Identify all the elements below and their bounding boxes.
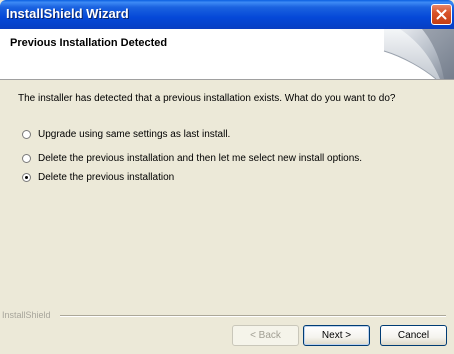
cancel-button[interactable]: Cancel (380, 325, 447, 346)
window-title: InstallShield Wizard (6, 6, 129, 21)
divider (60, 315, 446, 317)
brand-divider: InstallShield (0, 310, 454, 322)
option-delete-and-select[interactable]: Delete the previous installation and the… (22, 151, 362, 165)
header-panel: Previous Installation Detected (0, 29, 454, 80)
radio-icon[interactable] (22, 129, 31, 139)
prompt-text: The installer has detected that a previo… (18, 93, 396, 104)
wizard-header-graphic (383, 29, 454, 79)
option-label: Delete the previous installation (38, 171, 175, 183)
title-bar[interactable]: InstallShield Wizard (0, 0, 454, 29)
brand-label: InstallShield (2, 310, 55, 320)
option-label: Upgrade using same settings as last inst… (38, 128, 231, 140)
option-upgrade[interactable]: Upgrade using same settings as last inst… (22, 127, 230, 141)
radio-icon[interactable] (22, 172, 31, 182)
close-icon (436, 9, 447, 20)
radio-icon[interactable] (22, 153, 31, 163)
page-title: Previous Installation Detected (10, 37, 168, 49)
back-button[interactable]: < Back (232, 325, 299, 346)
installshield-wizard-window: InstallShield Wizard Previous Installati… (0, 0, 454, 354)
next-button[interactable]: Next > (303, 325, 370, 346)
option-delete[interactable]: Delete the previous installation (22, 170, 174, 184)
close-button[interactable] (431, 4, 452, 25)
option-label: Delete the previous installation and the… (38, 152, 363, 164)
